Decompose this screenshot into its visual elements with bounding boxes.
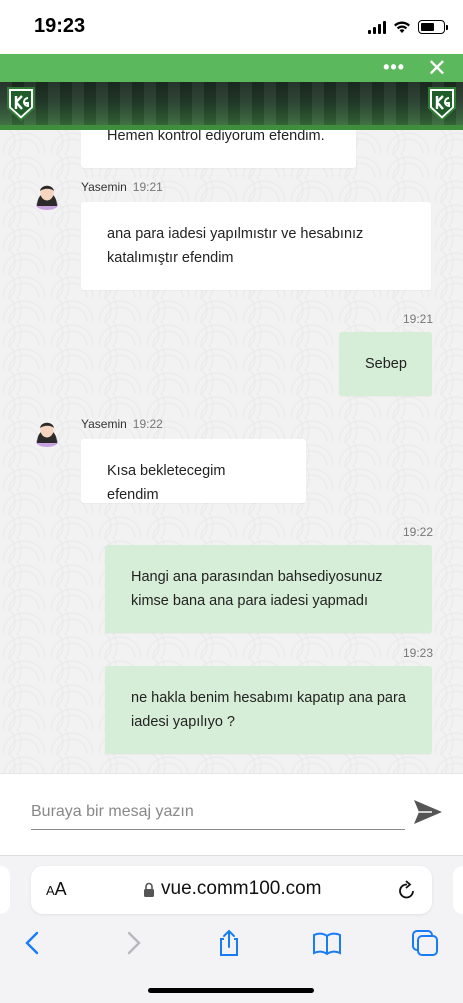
message-text: Sebep (365, 356, 407, 372)
incoming-message: ana para iadesi yapılmıstır ve hesabınız… (81, 202, 431, 290)
more-icon[interactable]: ••• (383, 57, 405, 78)
bookmarks-icon[interactable] (312, 928, 342, 958)
logo-icon (428, 87, 456, 122)
battery-icon (418, 20, 448, 34)
cellular-signal-icon (368, 20, 386, 34)
chat-banner (0, 82, 463, 130)
message-time: 19:21 (132, 180, 163, 194)
outgoing-message: ne hakla benim hesabımı kapatıp ana para… (105, 666, 432, 754)
message-text: ana para iadesi yapılmıstır ve hesabınız… (107, 226, 364, 266)
lock-icon (144, 882, 154, 897)
message-time: 19:22 (132, 417, 163, 431)
message-time: 19:21 (402, 312, 433, 326)
back-icon[interactable] (18, 928, 48, 958)
home-indicator[interactable] (148, 988, 314, 993)
sender-name: Yasemin (81, 417, 127, 431)
message-sender: Yasemin 19:21 (81, 180, 163, 194)
url-text[interactable]: vue.comm100.com (161, 878, 322, 900)
status-bar: 19:23 (0, 0, 463, 54)
avatar-icon (36, 422, 58, 447)
message-sender: Yasemin 19:22 (81, 417, 163, 431)
address-bar[interactable]: AA vue.comm100.com (31, 866, 432, 914)
message-input[interactable] (31, 794, 405, 830)
chat-message-list[interactable]: Hemen kontrol ediyorum efendim. Yasemin 1… (0, 130, 463, 773)
message-text: Kısa bekletecegim efendim (107, 463, 226, 503)
message-time: 19:22 (402, 525, 433, 539)
incoming-message: Kısa bekletecegim efendim (81, 439, 306, 503)
forward-icon[interactable] (118, 928, 148, 958)
close-icon[interactable]: ✕ (427, 54, 447, 83)
share-icon[interactable] (214, 928, 244, 958)
outgoing-message: Hangi ana parasından bahsediyosunuz kims… (105, 545, 432, 633)
reader-settings-button[interactable]: AA (46, 879, 67, 900)
message-time: 19:23 (402, 646, 433, 660)
sender-name: Yasemin (81, 180, 127, 194)
outgoing-message: Sebep (339, 332, 432, 396)
reload-icon[interactable] (397, 879, 417, 901)
send-icon[interactable] (412, 796, 444, 828)
message-text: ne hakla benim hesabımı kapatıp ana para… (131, 690, 406, 730)
logo-icon (7, 87, 35, 122)
wifi-icon (394, 21, 410, 33)
previous-tab-preview[interactable] (0, 866, 10, 914)
message-composer (0, 773, 463, 855)
message-text: Hangi ana parasından bahsediyosunuz kims… (131, 569, 383, 609)
status-icons (368, 19, 448, 35)
incoming-message: Hemen kontrol ediyorum efendim. (81, 130, 356, 168)
status-time: 19:23 (34, 15, 86, 37)
next-tab-preview[interactable] (453, 866, 463, 914)
chat-header-bar: ••• ✕ (0, 54, 463, 82)
avatar-icon (36, 185, 58, 210)
tabs-icon[interactable] (410, 928, 440, 958)
browser-chrome: AA vue.comm100.com (0, 855, 463, 1003)
message-text: Hemen kontrol ediyorum efendim. (107, 130, 325, 144)
